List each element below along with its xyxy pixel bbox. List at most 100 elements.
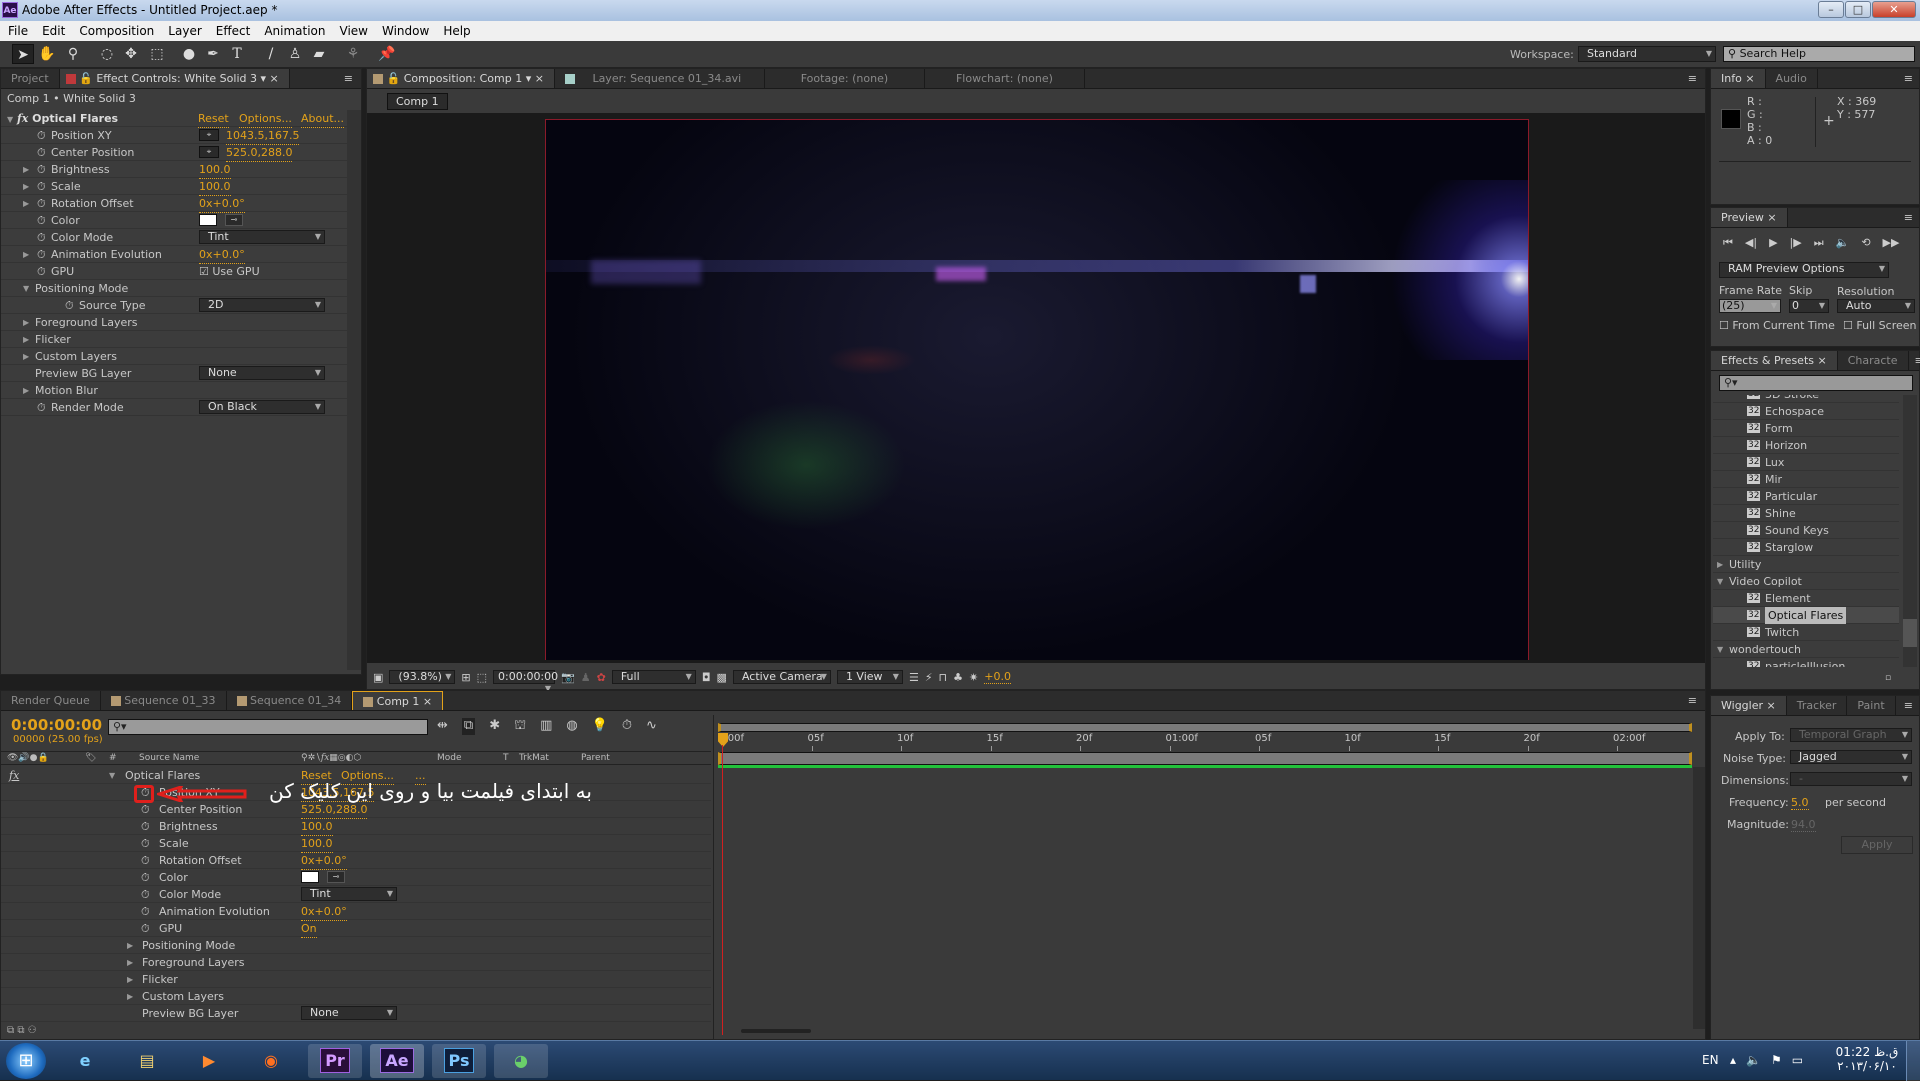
property-row[interactable]: ⏱ Rotation Offset 0x+0.0° <box>1 852 711 870</box>
menu-effect[interactable]: Effect <box>216 24 251 38</box>
tab-project[interactable]: Project <box>1 69 60 88</box>
graph-editor-icon[interactable]: ∿ <box>646 718 657 735</box>
menu-animation[interactable]: Animation <box>264 24 325 38</box>
tab-sequence-01-33[interactable]: Sequence 01_33 <box>101 691 227 710</box>
dimensions-dropdown[interactable]: - <box>1790 772 1912 786</box>
property-row[interactable]: ⏱ Render Mode On Black <box>1 399 347 416</box>
ram-preview-options-dropdown[interactable]: RAM Preview Options <box>1719 262 1889 278</box>
property-value[interactable]: 0x+0.0° <box>301 903 347 921</box>
frame-blending-icon[interactable]: ▥ <box>540 718 552 735</box>
camera-dropdown[interactable]: Active Camera <box>732 670 831 684</box>
ellipse-tool-icon[interactable]: ● <box>178 44 200 64</box>
apply-button[interactable]: Apply <box>1841 836 1913 854</box>
internet-explorer-icon[interactable]: e <box>58 1044 112 1078</box>
stopwatch-icon[interactable]: ⏱ <box>141 835 150 852</box>
effects-list-item[interactable]: 32 3D Stroke <box>1713 395 1899 403</box>
property-row[interactable]: ⏱ GPU On <box>1 920 711 938</box>
property-row[interactable]: ▶ Motion Blur <box>1 382 347 399</box>
property-row[interactable]: ▶ Positioning Mode <box>1 937 711 954</box>
property-value[interactable]: 0x+0.0° <box>199 246 245 264</box>
property-row[interactable]: ⏱ Position XY ⌖ 1043.5,167.5 <box>1 127 347 145</box>
rotate-tool-icon[interactable]: ◌ <box>96 44 118 64</box>
tab-layer[interactable]: Layer: Sequence 01_34.avi <box>555 69 765 88</box>
media-player-icon[interactable]: ▶ <box>182 1044 236 1078</box>
layer-search-input[interactable]: ⚲▾ <box>108 719 428 735</box>
tab-character[interactable]: Characte <box>1838 351 1909 370</box>
pan-behind-tool-icon[interactable]: ⬚ <box>146 44 168 64</box>
property-value[interactable]: 0x+0.0° <box>199 195 245 213</box>
previous-frame-icon[interactable]: ◀| <box>1745 236 1757 250</box>
tab-effects-presets[interactable]: Effects & Presets × <box>1711 351 1838 370</box>
expand-triangle-icon[interactable]: ▶ <box>23 314 33 331</box>
options-link[interactable]: Options... <box>239 110 292 128</box>
stopwatch-icon[interactable]: ⏱ <box>37 161 46 178</box>
lock-icon[interactable]: 🔓 <box>79 72 93 85</box>
current-time-display[interactable]: 0:00:00:00 <box>11 716 102 734</box>
property-value[interactable]: 100.0 <box>199 178 231 196</box>
property-row[interactable]: Preview BG Layer None <box>1 1005 711 1022</box>
stopwatch-icon[interactable]: ⏱ <box>141 920 150 937</box>
roto-brush-tool-icon[interactable]: ⚘ <box>342 44 364 64</box>
stopwatch-icon[interactable]: ⏱ <box>141 869 150 886</box>
effects-list-item[interactable]: 32 Optical Flares <box>1713 607 1899 624</box>
tab-tracker[interactable]: Tracker <box>1787 696 1848 715</box>
expand-triangle-icon[interactable]: ▶ <box>23 195 33 212</box>
show-snapshot-icon[interactable]: ♟ <box>581 671 591 684</box>
close-tab-icon[interactable]: × <box>270 72 279 85</box>
property-value[interactable]: 100.0 <box>199 161 231 179</box>
property-row[interactable]: ▶ Foreground Layers <box>1 314 347 331</box>
menu-layer[interactable]: Layer <box>168 24 201 38</box>
property-row[interactable]: ⏱ GPU ☑ Use GPU <box>1 263 347 280</box>
tab-info[interactable]: Info × <box>1711 69 1766 88</box>
frequency-value[interactable]: 5.0 <box>1791 796 1809 810</box>
property-dropdown[interactable]: None <box>199 366 325 380</box>
panel-menu-icon[interactable]: ≡ <box>1909 351 1920 370</box>
property-row[interactable]: ▶ ⏱ Animation Evolution 0x+0.0° <box>1 246 347 264</box>
property-row[interactable]: ▶ ⏱ Scale 100.0 <box>1 178 347 196</box>
show-desktop-button[interactable] <box>1906 1041 1920 1081</box>
first-frame-icon[interactable]: ⏮ <box>1723 236 1733 250</box>
effects-list-item[interactable]: 32 Sound Keys <box>1713 522 1899 539</box>
panel-menu-icon[interactable]: ≡ <box>1680 691 1705 710</box>
selection-tool-icon[interactable]: ➤ <box>12 44 34 64</box>
menu-composition[interactable]: Composition <box>79 24 154 38</box>
clone-stamp-tool-icon[interactable]: ♙ <box>284 44 306 64</box>
tab-effect-controls[interactable]: 🔓 Effect Controls: White Solid 3 ▾ × <box>59 69 290 88</box>
effects-list-item[interactable]: ▶ Utility <box>1713 556 1899 573</box>
property-row[interactable]: ▼ Positioning Mode <box>1 280 347 297</box>
loop-icon[interactable]: ⟲ <box>1861 236 1870 250</box>
resolution-dropdown[interactable]: Full <box>611 670 696 684</box>
brainstorm-icon[interactable]: 💡 <box>592 718 608 735</box>
pen-tool-icon[interactable]: ✒ <box>202 44 224 64</box>
color-swatch[interactable] <box>301 871 319 883</box>
menu-help[interactable]: Help <box>443 24 470 38</box>
collapsed-triangle-icon[interactable]: ▶ <box>1717 556 1727 573</box>
expand-triangle-icon[interactable]: ▶ <box>23 382 33 399</box>
timeline-icon[interactable]: ⊓ <box>939 671 948 684</box>
effects-list-item[interactable]: 32 Element <box>1713 590 1899 607</box>
time-navigator[interactable] <box>718 723 1692 732</box>
flowchart-icon[interactable]: ♣ <box>953 671 963 684</box>
fx-icon[interactable]: fx <box>17 112 28 125</box>
panel-menu-icon[interactable]: ≡ <box>336 69 361 88</box>
close-button[interactable]: ✕ <box>1872 1 1916 18</box>
draft-3d-icon[interactable]: ✱ <box>489 718 500 735</box>
expanded-triangle-icon[interactable]: ▼ <box>1717 573 1727 590</box>
noise-type-dropdown[interactable]: Jagged <box>1790 750 1912 764</box>
magnitude-value[interactable]: 94.0 <box>1791 818 1816 832</box>
menu-file[interactable]: File <box>8 24 28 38</box>
panel-menu-icon[interactable]: ≡ <box>1898 69 1919 88</box>
effects-list-item[interactable]: 32 Echospace <box>1713 403 1899 420</box>
tab-composition[interactable]: 🔓 Composition: Comp 1 ▾ × <box>367 69 555 88</box>
property-row[interactable]: ▶ Custom Layers <box>1 348 347 365</box>
expand-triangle-icon[interactable]: ▶ <box>23 178 33 195</box>
effects-list-item[interactable]: 32 Horizon <box>1713 437 1899 454</box>
tab-comp-1[interactable]: Comp 1 × <box>352 691 444 710</box>
property-row[interactable]: ⏱ Animation Evolution 0x+0.0° <box>1 903 711 921</box>
stopwatch-icon[interactable]: ⏱ <box>141 852 150 869</box>
play-icon[interactable]: ▶ <box>1769 236 1777 250</box>
workspace-dropdown[interactable]: Standard <box>1578 46 1716 62</box>
panel-menu-icon[interactable]: ≡ <box>1680 69 1705 88</box>
eyedropper-icon[interactable]: ⊸ <box>225 214 243 226</box>
effects-search-input[interactable]: ⚲▾ <box>1719 375 1913 391</box>
